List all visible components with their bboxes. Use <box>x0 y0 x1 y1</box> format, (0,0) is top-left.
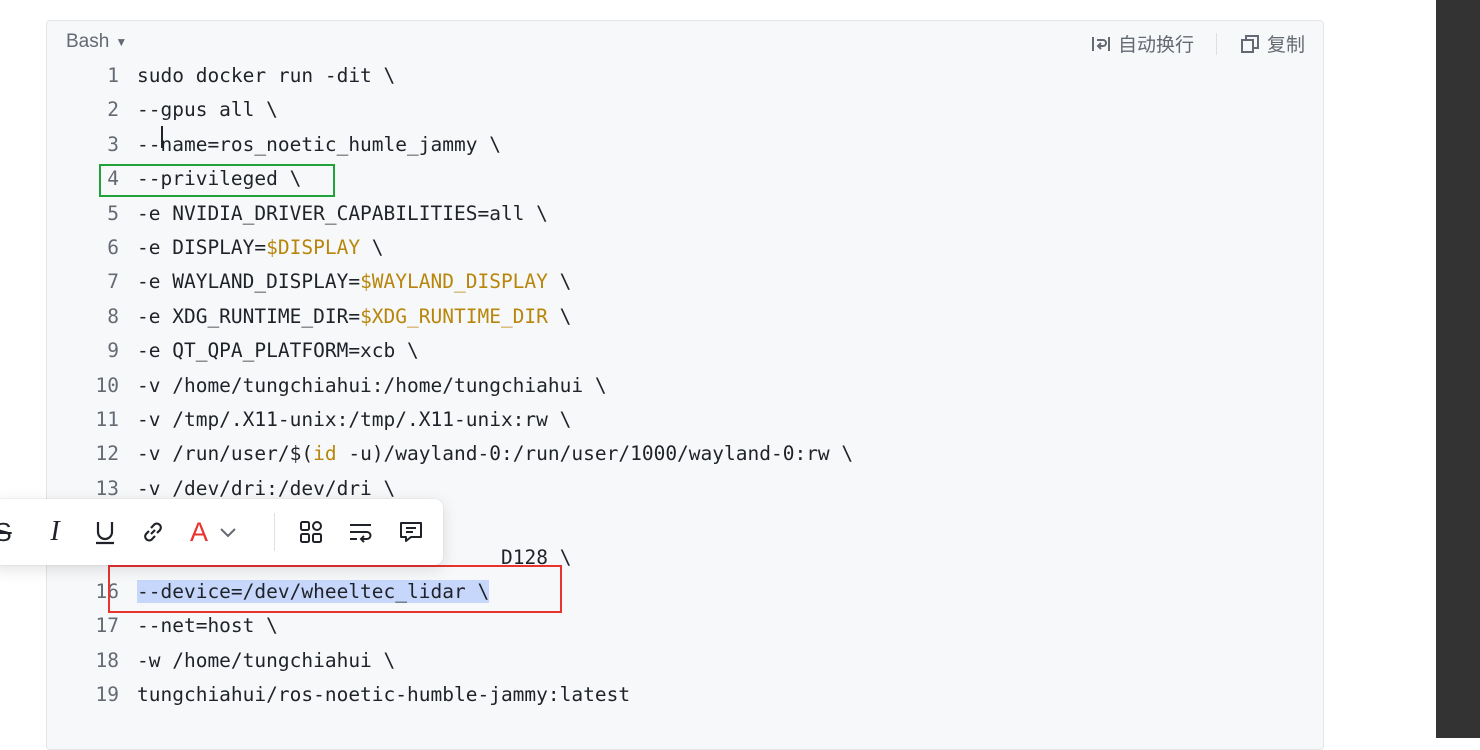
wrap-label: 自动换行 <box>1117 35 1194 56</box>
code-text: -e XDG_RUNTIME_DIR=$XDG_RUNTIME_DIR \ <box>137 300 571 334</box>
code-segment: \ <box>547 270 572 294</box>
language-select[interactable]: Bash ▼ <box>66 31 127 53</box>
highlight-box-red <box>108 565 562 613</box>
text-wrap-icon <box>350 524 372 543</box>
code-segment: --net=host \ <box>137 614 278 638</box>
code-variable: $XDG_RUNTIME_DIR <box>360 304 548 328</box>
line-number: 2 <box>107 98 119 122</box>
line-number: 7 <box>107 270 119 294</box>
code-block: Bash ▼ 自动换行 复制 1 sudo docker run -dit \ … <box>46 20 1324 750</box>
link-icon <box>144 522 162 542</box>
text-color-icon: A <box>189 516 208 547</box>
dark-side-panel <box>1436 0 1480 738</box>
code-segment: -e NVIDIA_DRIVER_CAPABILITIES=all \ <box>137 201 548 225</box>
code-segment: tungchiahui/ros-noetic-humble-jammy:late… <box>137 683 631 707</box>
line-number: 3 <box>107 132 119 156</box>
code-segment: --name=ros_noetic_humle_jammy \ <box>137 132 501 156</box>
blocks-button[interactable] <box>296 517 326 547</box>
header-actions: 自动换行 复制 <box>1090 30 1305 57</box>
caret-down-icon: ▼ <box>115 35 128 49</box>
copy-icon <box>1240 34 1259 53</box>
strikethrough-icon: S <box>0 516 12 547</box>
code-text: -e WAYLAND_DISPLAY=$WAYLAND_DISPLAY \ <box>137 265 571 299</box>
comment-button[interactable] <box>396 517 426 547</box>
code-segment: -w /home/tungchiahui \ <box>137 648 396 672</box>
code-text: -v /home/tungchiahui:/home/tungchiahui \ <box>137 369 607 403</box>
code-text: tungchiahui/ros-noetic-humble-jammy:late… <box>137 678 630 712</box>
code-text: -e NVIDIA_DRIVER_CAPABILITIES=all \ <box>137 197 548 231</box>
toolbar-divider <box>274 513 275 551</box>
code-text: -v /tmp/.X11-unix:/tmp/.X11-unix:rw \ <box>137 403 571 437</box>
code-segment: sudo docker run -dit \ <box>137 64 396 87</box>
wrap-button[interactable]: 自动换行 <box>1090 30 1194 57</box>
link-button[interactable] <box>138 517 168 547</box>
line-number: 9 <box>107 339 119 363</box>
text-color-dropdown[interactable] <box>216 517 240 547</box>
wrap-lines-icon <box>1091 36 1110 51</box>
comment-icon <box>400 522 422 542</box>
code-segment: \ <box>547 304 572 328</box>
code-text: --gpus all \ <box>137 93 278 127</box>
text-wrap-button[interactable] <box>346 517 376 547</box>
underline-icon <box>96 522 114 545</box>
code-text: --name=ros_noetic_humle_jammy \ <box>137 128 501 162</box>
code-text: -w /home/tungchiahui \ <box>137 644 395 678</box>
code-segment: -v /run/user/$( <box>137 442 314 466</box>
code-segment: -e XDG_RUNTIME_DIR= <box>137 304 361 328</box>
header-divider <box>1215 32 1217 55</box>
code-segment: -e QT_QPA_PLATFORM=xcb \ <box>137 339 419 363</box>
code-segment: -u)/wayland-0:/run/user/1000/wayland-0:r… <box>336 442 854 466</box>
line-number: 12 <box>95 442 119 466</box>
code-text: sudo docker run -dit \ <box>137 59 395 93</box>
code-segment: -v /dev/dri:/dev/dri \ <box>137 476 396 500</box>
code-text: -e QT_QPA_PLATFORM=xcb \ <box>137 334 419 368</box>
code-segment: --gpus all \ <box>137 98 278 122</box>
italic-icon: I <box>50 516 60 547</box>
copy-button[interactable]: 复制 <box>1239 30 1305 57</box>
code-text: --net=host \ <box>137 609 278 643</box>
code-variable: $DISPLAY <box>266 236 361 259</box>
code-text: -v /run/user/$(id -u)/wayland-0:/run/use… <box>137 437 853 471</box>
chevron-down-icon <box>220 528 236 538</box>
italic-button[interactable]: I <box>40 516 70 547</box>
line-number: 5 <box>107 201 119 225</box>
code-segment: \ <box>360 236 384 259</box>
line-number: 11 <box>95 408 119 431</box>
code-text: -e DISPLAY=$DISPLAY \ <box>137 231 384 265</box>
line-number: 10 <box>95 373 119 397</box>
line-number: 18 <box>95 648 119 672</box>
code-variable: id <box>313 442 337 466</box>
line-number: 1 <box>107 64 119 87</box>
code-segment: -e WAYLAND_DISPLAY= <box>137 270 361 294</box>
code-segment: -e DISPLAY= <box>137 236 267 259</box>
underline-button[interactable] <box>90 517 120 547</box>
strikethrough-button[interactable]: S <box>0 517 16 547</box>
code-variable: $WAYLAND_DISPLAY <box>360 270 548 294</box>
floating-format-toolbar: S I A <box>0 499 443 565</box>
text-cursor-icon <box>161 126 165 148</box>
code-segment: -v /home/tungchiahui:/home/tungchiahui \ <box>137 373 607 397</box>
copy-label: 复制 <box>1266 35 1305 56</box>
text-color-button[interactable]: A <box>186 517 212 547</box>
code-segment: -v /tmp/.X11-unix:/tmp/.X11-unix:rw \ <box>137 408 572 431</box>
line-number: 8 <box>107 304 119 328</box>
line-number: 17 <box>95 614 119 638</box>
grid-blocks-icon <box>300 521 322 543</box>
line-number: 6 <box>107 236 119 259</box>
line-number: 19 <box>95 683 119 707</box>
highlight-box-green <box>99 164 335 197</box>
language-label: Bash <box>66 31 110 52</box>
